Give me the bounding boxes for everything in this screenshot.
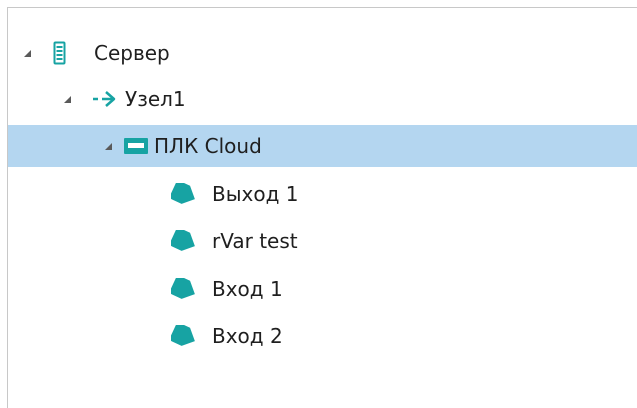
arrow-right-icon — [92, 78, 118, 120]
expand-collapse-icon[interactable] — [20, 32, 34, 74]
tree-item-tag[interactable]: Вход 1 — [8, 268, 637, 310]
expand-collapse-icon[interactable] — [101, 125, 115, 167]
tag-icon — [171, 268, 198, 310]
tree-item-server[interactable]: Сервер — [8, 32, 637, 74]
server-icon — [53, 32, 66, 74]
tree-item-tag[interactable]: Выход 1 — [8, 173, 637, 215]
tag-icon — [171, 315, 198, 357]
tree-item-label: ПЛК Cloud — [154, 134, 262, 158]
expand-collapse-icon[interactable] — [60, 78, 74, 120]
tag-icon — [171, 173, 198, 215]
tag-icon — [171, 220, 198, 262]
tree-item-label: Узел1 — [125, 87, 186, 111]
tree-item-label: Вход 2 — [212, 324, 283, 348]
tree-item-label: Выход 1 — [212, 182, 299, 206]
tree-item-label: rVar test — [212, 229, 298, 253]
tree-item-plc[interactable]: ПЛК Cloud — [8, 125, 637, 167]
tree-item-label: Сервер — [94, 41, 170, 65]
tree-panel: Сервер Узел1 ПЛК Cloud Выход 1 rVar test… — [7, 7, 637, 408]
tree-item-tag[interactable]: rVar test — [8, 220, 637, 262]
tree-item-tag[interactable]: Вход 2 — [8, 315, 637, 357]
plc-device-icon — [124, 125, 148, 167]
tree-item-label: Вход 1 — [212, 277, 283, 301]
tree-view: Сервер Узел1 ПЛК Cloud Выход 1 rVar test… — [8, 8, 637, 408]
tree-item-node[interactable]: Узел1 — [8, 78, 637, 120]
